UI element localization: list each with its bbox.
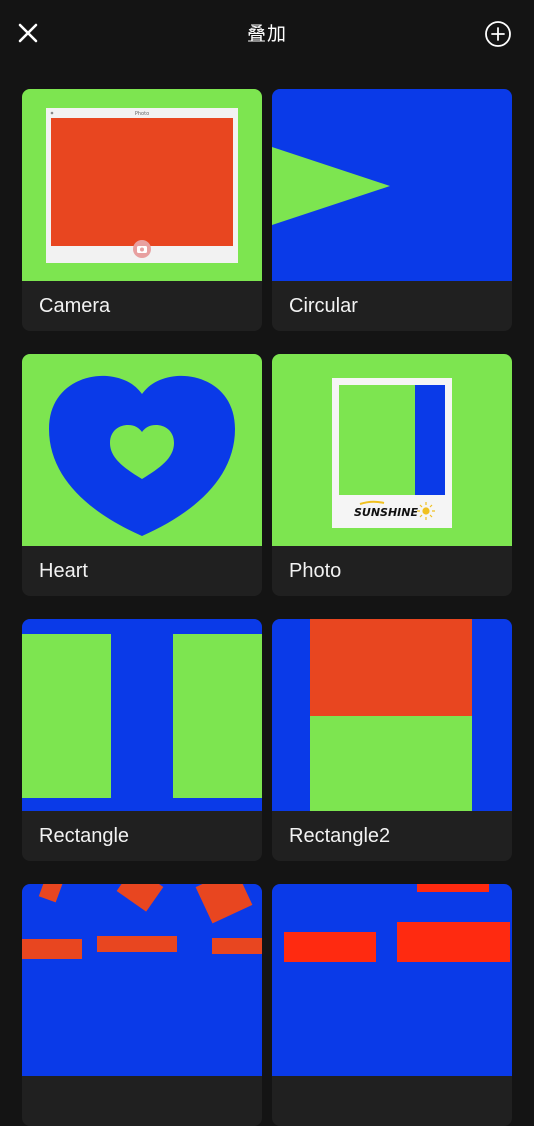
overlay-card-circular[interactable]: Circular <box>272 89 512 331</box>
overlay-label: Rectangle2 <box>289 825 391 847</box>
overlay-card-heart[interactable]: Heart <box>22 354 262 596</box>
overlay-label: Circular <box>289 295 358 317</box>
overlay-card-blocks[interactable] <box>272 884 512 1126</box>
overlay-card-camera[interactable]: Photo Camera <box>22 89 262 331</box>
plus-circle-icon <box>485 21 511 47</box>
overlay-label: Photo <box>289 560 342 582</box>
blocks-preview <box>272 884 512 1076</box>
rectangle-preview <box>22 619 262 811</box>
overlay-card-rectangle[interactable]: Rectangle <box>22 619 262 861</box>
overlay-card-photo[interactable]: SUNSHINE Photo <box>272 354 512 596</box>
add-overlay-button[interactable] <box>482 18 514 50</box>
photo-preview-caption: SUNSHINE <box>354 506 418 519</box>
camera-preview-caption: Photo <box>135 111 149 117</box>
rectangle2-preview <box>272 619 512 811</box>
overlay-card-scatter[interactable] <box>22 884 262 1126</box>
photo-preview: SUNSHINE <box>272 354 512 546</box>
overlay-label: Heart <box>39 560 88 582</box>
heart-preview <box>22 354 262 546</box>
overlay-label: Camera <box>39 295 111 317</box>
circular-preview <box>272 89 512 281</box>
top-bar: 叠加 <box>0 0 534 68</box>
overlay-card-rectangle2[interactable]: Rectangle2 <box>272 619 512 861</box>
page-title: 叠加 <box>246 23 287 45</box>
overlay-label: Rectangle <box>39 825 130 847</box>
scatter-preview <box>22 884 262 1076</box>
camera-preview: Photo <box>22 89 262 281</box>
